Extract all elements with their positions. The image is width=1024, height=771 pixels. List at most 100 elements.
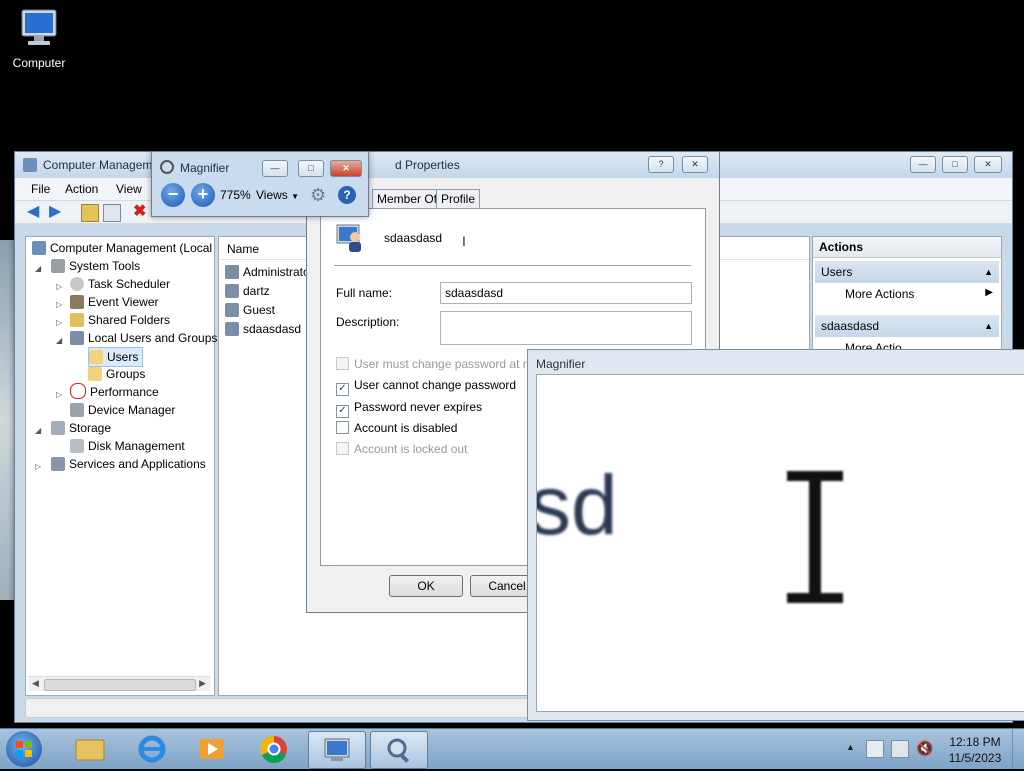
- delete-icon[interactable]: ✖: [133, 204, 149, 220]
- zoom-in-button[interactable]: +: [191, 183, 215, 207]
- tab-profile[interactable]: Profile: [436, 189, 481, 210]
- close-button[interactable]: ✕: [974, 156, 1002, 173]
- media-player-taskbar-button[interactable]: [184, 731, 240, 767]
- tree-item-disk-management[interactable]: Disk Management: [70, 437, 185, 455]
- back-arrow-icon[interactable]: ◀: [27, 204, 43, 220]
- zoom-out-button[interactable]: −: [161, 183, 185, 207]
- device-manager-icon: [70, 403, 84, 417]
- network-icon[interactable]: [891, 740, 909, 758]
- list-item[interactable]: sdaasdasd: [225, 320, 301, 338]
- full-name-field[interactable]: sdaasdasd: [440, 282, 692, 304]
- list-item[interactable]: Administrato: [225, 263, 310, 281]
- folder-icon: [88, 367, 102, 381]
- magnifier-minimize-button[interactable]: —: [262, 160, 288, 177]
- collapse-arrow-icon[interactable]: ◢: [35, 264, 41, 273]
- volume-muted-icon[interactable]: 🔇: [916, 740, 933, 756]
- separator: [334, 265, 691, 266]
- user-icon: [225, 303, 239, 317]
- more-actions-item[interactable]: More Actions: [845, 287, 914, 301]
- storage-icon: [51, 421, 65, 435]
- gear-icon[interactable]: ⚙: [310, 186, 328, 204]
- tree-item-storage[interactable]: Storage: [51, 419, 111, 437]
- tree-item-task-scheduler[interactable]: Task Scheduler: [70, 275, 170, 293]
- action-center-icon[interactable]: [866, 740, 884, 758]
- dialog-close-button[interactable]: ✕: [682, 156, 708, 173]
- help-button[interactable]: ?: [648, 156, 674, 173]
- checkbox-box: [336, 421, 349, 434]
- minimize-button[interactable]: —: [910, 156, 936, 173]
- actions-group-user[interactable]: sdaasdasd ▲: [815, 315, 999, 337]
- magnified-text-cursor-icon: [787, 471, 843, 603]
- magnifier-taskbar-button[interactable]: [370, 731, 428, 769]
- tree-item-system-tools[interactable]: System Tools: [51, 257, 140, 275]
- forward-arrow-icon[interactable]: ▶: [49, 204, 65, 220]
- magnifier-maximize-button[interactable]: □: [298, 160, 324, 177]
- collapse-up-icon[interactable]: ▲: [984, 261, 993, 283]
- views-dropdown[interactable]: Views ▼: [256, 188, 299, 202]
- list-item[interactable]: Guest: [225, 301, 275, 319]
- magnifier-titlebar[interactable]: Magnifier — □ ✕: [152, 152, 368, 182]
- show-desktop-button[interactable]: [1012, 729, 1024, 769]
- ie-taskbar-button[interactable]: [124, 731, 180, 767]
- chevron-down-icon: ▼: [291, 192, 300, 201]
- help-icon[interactable]: ?: [338, 186, 356, 204]
- must-change-password-checkbox[interactable]: User must change password at next lo: [336, 357, 558, 371]
- tab-member-of[interactable]: Member Of: [372, 189, 443, 210]
- scroll-left-icon[interactable]: ◀: [32, 678, 39, 689]
- account-locked-checkbox[interactable]: Account is locked out: [336, 442, 467, 456]
- password-never-expires-checkbox[interactable]: ✓ Password never expires: [336, 400, 482, 418]
- computer-desktop-icon[interactable]: Computer: [8, 8, 70, 70]
- start-button[interactable]: [6, 731, 42, 767]
- tree-item-groups[interactable]: Groups: [88, 365, 145, 383]
- ok-button[interactable]: OK: [389, 575, 463, 597]
- account-disabled-checkbox[interactable]: Account is disabled: [336, 421, 457, 435]
- collapse-arrow-icon[interactable]: ◢: [35, 426, 41, 435]
- tree-item-services-applications[interactable]: Services and Applications: [51, 455, 206, 473]
- chrome-taskbar-button[interactable]: [246, 731, 302, 767]
- magnified-view: sd: [536, 374, 1024, 712]
- menu-file[interactable]: File: [31, 182, 50, 196]
- tree-item-computer-management[interactable]: Computer Management (Local: [32, 239, 212, 257]
- magnifier-close-button[interactable]: ✕: [330, 160, 362, 177]
- list-item[interactable]: dartz: [225, 282, 270, 300]
- up-folder-icon[interactable]: [81, 204, 99, 222]
- cannot-change-password-checkbox[interactable]: ✓ User cannot change password: [336, 378, 516, 396]
- show-hidden-icons-arrow-icon[interactable]: ▲: [846, 742, 855, 752]
- scroll-thumb[interactable]: [44, 679, 196, 691]
- expand-arrow-icon[interactable]: ▷: [56, 390, 62, 399]
- system-tools-icon: [51, 259, 65, 273]
- tree-item-event-viewer[interactable]: Event Viewer: [70, 293, 158, 311]
- expand-arrow-icon[interactable]: ▷: [56, 300, 62, 309]
- computer-icon: [16, 8, 62, 52]
- description-field[interactable]: [440, 311, 692, 345]
- actions-group-users[interactable]: Users ▲: [815, 261, 999, 283]
- clock-icon: [70, 277, 84, 291]
- scroll-right-icon[interactable]: ▶: [199, 678, 206, 689]
- event-viewer-icon: [70, 295, 84, 309]
- clock-time[interactable]: 12:18 PM: [945, 735, 1005, 749]
- clock-date[interactable]: 11/5/2023: [945, 751, 1005, 765]
- lens-title: Magnifier: [536, 357, 586, 371]
- tree-item-device-manager[interactable]: Device Manager: [70, 401, 175, 419]
- tree-item-users[interactable]: Users: [88, 347, 144, 367]
- collapse-up-icon[interactable]: ▲: [984, 315, 993, 337]
- show-hide-tree-icon[interactable]: [103, 204, 121, 222]
- name-column-header[interactable]: Name: [227, 242, 259, 256]
- expand-arrow-icon[interactable]: ▷: [56, 318, 62, 327]
- tree-item-performance[interactable]: Performance: [70, 383, 159, 401]
- menu-view[interactable]: View: [116, 182, 142, 196]
- computer-management-taskbar-button[interactable]: [308, 731, 366, 769]
- checkbox-box: [336, 357, 349, 370]
- username-label: sdaasdasd: [384, 231, 443, 245]
- expand-arrow-icon[interactable]: ▷: [56, 282, 62, 291]
- menu-action[interactable]: Action: [65, 182, 98, 196]
- tree-item-shared-folders[interactable]: Shared Folders: [70, 311, 170, 329]
- tree-item-local-users-groups[interactable]: Local Users and Groups: [70, 329, 217, 347]
- tree-horizontal-scrollbar[interactable]: ◀ ▶: [28, 676, 210, 691]
- collapse-arrow-icon[interactable]: ◢: [56, 336, 62, 345]
- taskbar: ▲ 🔇 12:18 PM 11/5/2023: [0, 728, 1024, 769]
- explorer-taskbar-button[interactable]: [62, 731, 118, 767]
- desktop-wallpaper-strip: [0, 240, 14, 600]
- maximize-button[interactable]: □: [942, 156, 968, 173]
- expand-arrow-icon[interactable]: ▷: [35, 462, 41, 471]
